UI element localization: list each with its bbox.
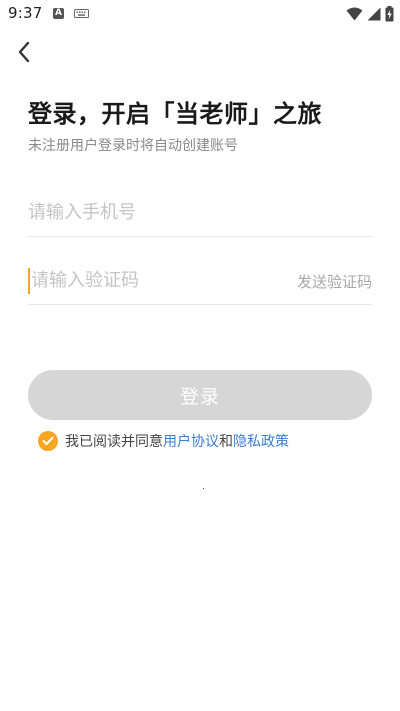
page-title: 登录，开启「当老师」之旅 [28,100,322,128]
agreement-row: 我已阅读并同意 用户协议 和 隐私政策 [38,431,289,451]
phone-input[interactable] [28,192,278,232]
verification-code-input[interactable] [31,260,281,300]
code-field: 发送验证码 [28,260,372,305]
privacy-policy-link[interactable]: 隐私政策 [233,431,289,451]
cellular-signal-icon [367,7,381,21]
wifi-icon [346,7,363,21]
tiny-dot [203,488,204,489]
back-button[interactable] [10,38,38,66]
agreement-checkbox[interactable] [38,431,58,451]
text-cursor [28,268,30,294]
status-bar: 9:37 A [0,0,400,28]
chevron-left-icon [18,41,30,63]
battery-charging-icon [385,6,394,22]
keyboard-icon [74,9,89,18]
send-code-button[interactable]: 发送验证码 [297,271,372,292]
phone-field [28,192,372,237]
a-letter-icon: A [53,8,64,19]
agreement-prefix: 我已阅读并同意 [65,434,163,450]
check-icon [42,436,54,445]
agreement-connector: 和 [219,434,233,450]
page-subtitle: 未注册用户登录时将自动创建账号 [28,138,238,154]
system-icons [346,5,394,23]
login-button[interactable]: 登录 [28,370,372,420]
user-agreement-link[interactable]: 用户协议 [163,431,219,451]
status-time: 9:37 [8,4,43,22]
